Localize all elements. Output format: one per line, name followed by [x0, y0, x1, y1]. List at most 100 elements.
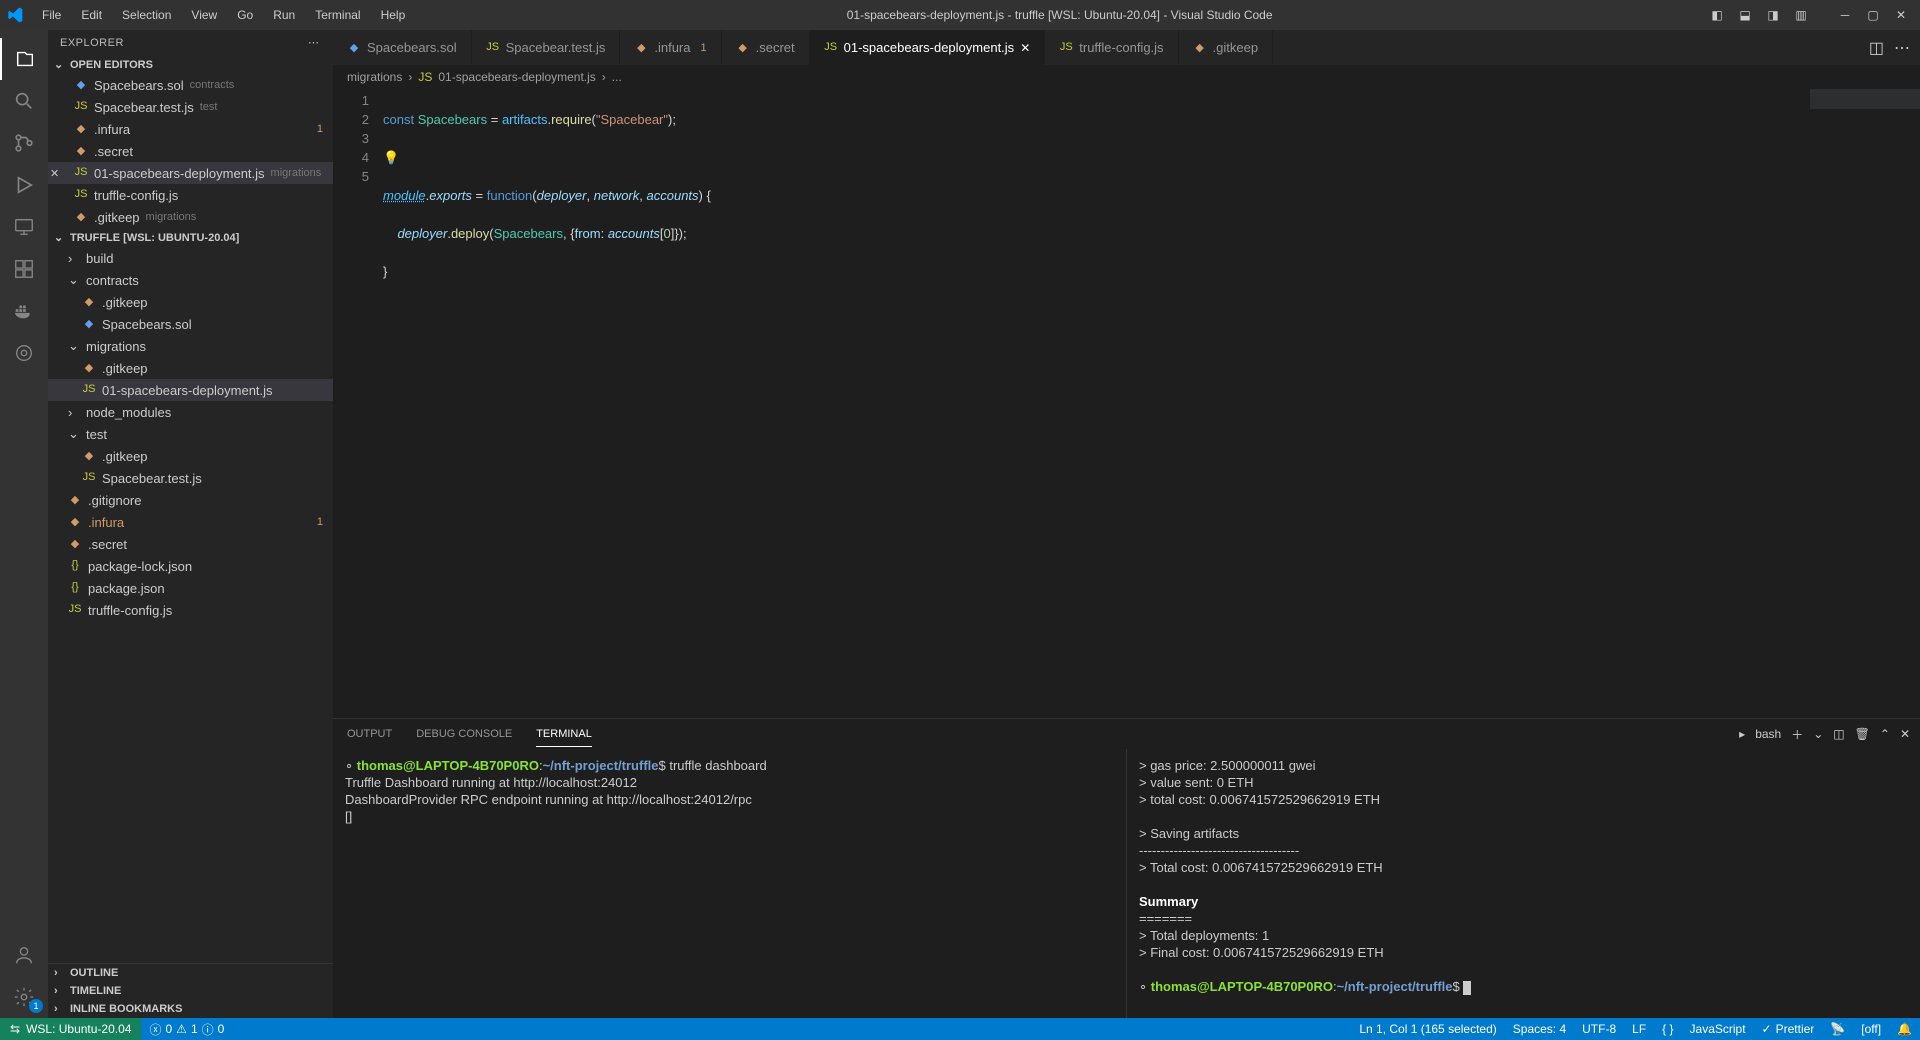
off-indicator[interactable]: [off] — [1853, 1022, 1889, 1036]
file-item[interactable]: ◆.secret — [48, 533, 333, 555]
menu-help[interactable]: Help — [373, 4, 414, 26]
close-button[interactable]: ✕ — [1890, 8, 1912, 22]
menu-edit[interactable]: Edit — [73, 4, 110, 26]
layout-left-icon[interactable]: ◧ — [1706, 8, 1728, 22]
file-item[interactable]: JS01-spacebears-deployment.js — [48, 379, 333, 401]
terminal-shell-label[interactable]: bash — [1755, 727, 1781, 741]
bottom-panel: OUTPUT DEBUG CONSOLE TERMINAL ▸ bash ＋ ⌄… — [333, 718, 1920, 1018]
layout-right-icon[interactable]: ◨ — [1762, 8, 1784, 22]
encoding[interactable]: UTF-8 — [1574, 1022, 1624, 1036]
explorer-more-icon[interactable]: ⋯ — [308, 36, 321, 49]
editor-tab[interactable]: JS01-spacebears-deployment.js✕ — [810, 30, 1046, 65]
split-editor-icon[interactable]: ◫ — [1869, 38, 1884, 58]
terminal-shell-icon[interactable]: ▸ — [1739, 727, 1745, 741]
editor-tab[interactable]: ◆.secret — [722, 30, 810, 65]
editor-tab[interactable]: ◆.gitkeep — [1179, 30, 1274, 65]
menu-selection[interactable]: Selection — [114, 4, 179, 26]
folder-item[interactable]: ›node_modules — [48, 401, 333, 423]
remote-icon: ⇆ — [10, 1022, 20, 1036]
close-tab-icon[interactable]: ✕ — [1020, 41, 1030, 55]
open-editors-section[interactable]: ⌄ OPEN EDITORS — [48, 55, 333, 74]
editor-tab[interactable]: ◆.infura1 — [620, 30, 721, 65]
folder-item[interactable]: ⌄migrations — [48, 335, 333, 357]
remote-explorer-icon[interactable] — [0, 206, 48, 248]
eol[interactable]: LF — [1624, 1022, 1654, 1036]
maximize-button[interactable]: ▢ — [1862, 8, 1884, 22]
code-editor[interactable]: 12345 const Spacebears = artifacts.requi… — [333, 89, 1920, 718]
workspace-section[interactable]: ⌄ TRUFFLE [WSL: UBUNTU-20.04] — [48, 228, 333, 247]
editor-tabs: ◆Spacebears.solJSSpacebear.test.js◆.infu… — [333, 30, 1920, 65]
extensions-icon[interactable] — [0, 248, 48, 290]
menu-view[interactable]: View — [183, 4, 225, 26]
editor-tab[interactable]: JSSpacebear.test.js — [472, 30, 621, 65]
file-item[interactable]: {}package.json — [48, 577, 333, 599]
language-mode[interactable]: JavaScript — [1682, 1022, 1754, 1036]
radio-icon[interactable]: 📡 — [1822, 1022, 1853, 1036]
problems-indicator[interactable]: ⓧ0 ⚠1 ⓘ0 — [141, 1021, 232, 1038]
kill-terminal-icon[interactable]: 🗑 — [1855, 727, 1870, 741]
file-item[interactable]: ◆.gitkeep — [48, 291, 333, 313]
open-editor-item[interactable]: ◆.gitkeep migrations — [48, 206, 333, 228]
open-editor-item[interactable]: JStruffle-config.js — [48, 184, 333, 206]
file-item[interactable]: {}package-lock.json — [48, 555, 333, 577]
file-item[interactable]: JSSpacebear.test.js — [48, 467, 333, 489]
settings-gear-icon[interactable]: 1 — [0, 976, 48, 1018]
close-panel-icon[interactable]: ✕ — [1900, 727, 1910, 741]
terminal-right[interactable]: > gas price: 2.500000011 gwei > value se… — [1127, 749, 1920, 1018]
panel-tab-debug[interactable]: DEBUG CONSOLE — [416, 722, 512, 746]
file-item[interactable]: ◆.gitkeep — [48, 357, 333, 379]
file-item[interactable]: ◆Spacebears.sol — [48, 313, 333, 335]
file-item[interactable]: ◆.gitkeep — [48, 445, 333, 467]
remote-indicator[interactable]: ⇆ WSL: Ubuntu-20.04 — [0, 1018, 141, 1040]
brackets-icon[interactable]: { } — [1654, 1022, 1681, 1036]
notifications-icon[interactable]: 🔔 — [1889, 1022, 1920, 1036]
run-debug-icon[interactable] — [0, 164, 48, 206]
file-item[interactable]: JStruffle-config.js — [48, 599, 333, 621]
more-actions-icon[interactable]: ⋯ — [1894, 38, 1910, 58]
cursor-position[interactable]: Ln 1, Col 1 (165 selected) — [1351, 1022, 1504, 1036]
terminal-dropdown-icon[interactable]: ⌄ — [1813, 727, 1823, 741]
file-item[interactable]: ◆.infura1 — [48, 511, 333, 533]
layout-custom-icon[interactable]: ▥ — [1790, 8, 1812, 22]
editor-tab[interactable]: JStruffle-config.js — [1045, 30, 1178, 65]
bookmarks-section[interactable]: ›INLINE BOOKMARKS — [48, 1000, 333, 1018]
folder-item[interactable]: ⌄contracts — [48, 269, 333, 291]
editor-tab[interactable]: ◆Spacebears.sol — [333, 30, 472, 65]
timeline-section[interactable]: ›TIMELINE — [48, 982, 333, 1000]
open-editor-item[interactable]: JSSpacebear.test.js test — [48, 96, 333, 118]
folder-item[interactable]: ›build — [48, 247, 333, 269]
explorer-icon[interactable] — [0, 38, 48, 80]
prettier-status[interactable]: ✓ Prettier — [1754, 1022, 1823, 1036]
docker-icon[interactable] — [0, 290, 48, 332]
open-editor-item[interactable]: ✕JS01-spacebears-deployment.js migration… — [48, 162, 333, 184]
indentation[interactable]: Spaces: 4 — [1505, 1022, 1574, 1036]
new-terminal-icon[interactable]: ＋ — [1791, 726, 1803, 743]
close-icon[interactable]: ✕ — [50, 167, 59, 180]
outline-section[interactable]: ›OUTLINE — [48, 964, 333, 982]
accounts-icon[interactable] — [0, 934, 48, 976]
truffle-icon[interactable] — [0, 332, 48, 374]
open-editor-item[interactable]: ◆.secret — [48, 140, 333, 162]
folder-item[interactable]: ⌄test — [48, 423, 333, 445]
panel-tab-output[interactable]: OUTPUT — [347, 722, 392, 746]
code-content[interactable]: const Spacebears = artifacts.require("Sp… — [383, 89, 1920, 718]
menu-terminal[interactable]: Terminal — [307, 4, 368, 26]
menu-go[interactable]: Go — [229, 4, 261, 26]
open-editor-item[interactable]: ◆.infura1 — [48, 118, 333, 140]
info-icon: ⓘ — [202, 1021, 214, 1038]
open-editor-item[interactable]: ◆Spacebears.sol contracts — [48, 74, 333, 96]
menu-run[interactable]: Run — [265, 4, 303, 26]
file-item[interactable]: ◆.gitignore — [48, 489, 333, 511]
terminal-left[interactable]: ∘ thomas@LAPTOP-4B70P0RO:~/nft-project/t… — [333, 749, 1127, 1018]
minimize-button[interactable]: ─ — [1834, 8, 1856, 22]
breadcrumbs[interactable]: migrations› JS01-spacebears-deployment.j… — [333, 65, 1920, 89]
split-terminal-icon[interactable]: ◫ — [1833, 727, 1844, 741]
source-control-icon[interactable] — [0, 122, 48, 164]
menu-file[interactable]: File — [34, 4, 69, 26]
minimap[interactable] — [1810, 89, 1920, 109]
terminal-cursor — [1463, 981, 1471, 995]
panel-tab-terminal[interactable]: TERMINAL — [536, 722, 592, 747]
layout-bottom-icon[interactable]: ⬓ — [1734, 8, 1756, 22]
maximize-panel-icon[interactable]: ⌃ — [1880, 727, 1890, 741]
search-icon[interactable] — [0, 80, 48, 122]
